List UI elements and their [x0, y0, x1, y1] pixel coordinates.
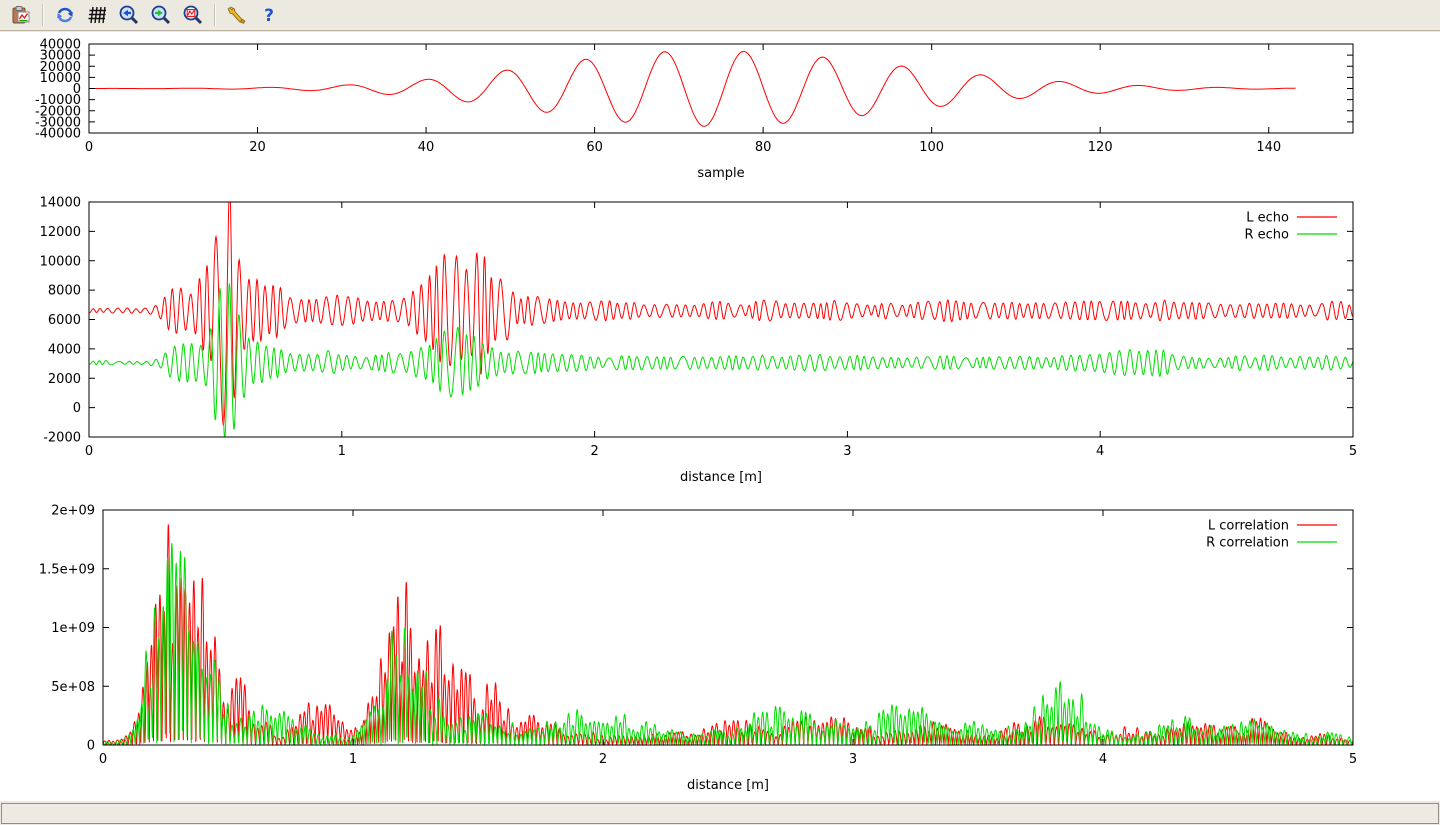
- y-tick-label: 4000: [48, 342, 81, 357]
- toggle-grid-button[interactable]: [82, 1, 112, 29]
- y-tick-label: 8000: [48, 284, 81, 299]
- x-axis-title: sample: [697, 166, 744, 181]
- zoom-previous-button[interactable]: [114, 1, 144, 29]
- x-tick-label: 1: [338, 444, 346, 459]
- magnifier-plot-icon: [182, 4, 204, 26]
- axis-ticks: [89, 44, 1353, 133]
- plot-canvas[interactable]: 020406080100120140-40000-30000-20000-100…: [0, 32, 1440, 801]
- status-bar: [0, 801, 1440, 825]
- magnifier-left-arrow-icon: [118, 4, 140, 26]
- clipboard-plot-icon: [10, 4, 32, 26]
- series-line-l-echo: [89, 186, 1353, 425]
- series-line-r-correlation: [103, 543, 1353, 745]
- copy-to-clipboard-button[interactable]: [6, 1, 36, 29]
- y-tick-label: 6000: [48, 313, 81, 328]
- y-tick-label: 2000: [48, 372, 81, 387]
- magnifier-right-arrow-icon: [150, 4, 172, 26]
- y-tick-label: 1e+09: [51, 621, 95, 636]
- x-tick-label: 80: [755, 140, 772, 155]
- y-tick-label: 0: [87, 739, 95, 754]
- legend-label: L echo: [1246, 211, 1289, 226]
- y-tick-label: 2e+09: [51, 504, 95, 519]
- legend-label: R echo: [1244, 228, 1289, 243]
- y-tick-label: 14000: [40, 196, 81, 211]
- x-tick-label: 60: [586, 140, 603, 155]
- plot-border: [89, 44, 1353, 133]
- help-button[interactable]: ?: [254, 1, 284, 29]
- x-tick-label: 40: [418, 140, 435, 155]
- x-tick-label: 0: [85, 444, 93, 459]
- x-tick-label: 0: [85, 140, 93, 155]
- plots-svg: 020406080100120140-40000-30000-20000-100…: [0, 32, 1440, 801]
- refresh-icon: [54, 4, 76, 26]
- x-tick-label: 3: [849, 752, 857, 767]
- series-line-signal: [89, 52, 1296, 127]
- legend: L echo R echo: [1244, 211, 1337, 243]
- grid-icon: [86, 4, 108, 26]
- question-mark-icon: ?: [258, 4, 280, 26]
- x-tick-label: 120: [1088, 140, 1113, 155]
- x-tick-label: 4: [1099, 752, 1107, 767]
- replot-button[interactable]: [50, 1, 80, 29]
- y-tick-label: 0: [73, 401, 81, 416]
- y-tick-label: 12000: [40, 225, 81, 240]
- gnuplot-window: ? 020406080100120140-40000-30000-20000-1…: [0, 0, 1440, 825]
- y-tick-label: 5e+08: [51, 680, 95, 695]
- y-tick-label: 40000: [40, 38, 81, 53]
- x-tick-label: 1: [349, 752, 357, 767]
- status-bar-field: [1, 803, 1439, 824]
- echo-plot: 0 1 2 3 4 5 -2000 0 2000 4000 6000 8000 10000 12000 14…: [40, 186, 1358, 485]
- zoom-next-button[interactable]: [146, 1, 176, 29]
- x-tick-label: 20: [249, 140, 266, 155]
- x-tick-label: 140: [1256, 140, 1281, 155]
- toolbar-separator: [214, 4, 216, 26]
- correlation-plot: 0 1 2 3 4 5 0 5e+08 1e+09 1.5e+09 2e+09 distance [m…: [39, 504, 1357, 794]
- plot-border: [103, 510, 1353, 745]
- axis-ticks: [103, 510, 1353, 745]
- toolbar: ?: [0, 0, 1440, 31]
- y-tick-label: 1.5e+09: [39, 562, 95, 577]
- configure-button[interactable]: [222, 1, 252, 29]
- wrench-icon: [226, 4, 248, 26]
- legend-label: L correlation: [1208, 519, 1289, 534]
- x-tick-label: 2: [590, 444, 598, 459]
- x-tick-label: 100: [919, 140, 944, 155]
- legend-label: R correlation: [1206, 536, 1289, 551]
- x-tick-label: 5: [1349, 752, 1357, 767]
- series-group: [103, 524, 1353, 745]
- x-axis-title: distance [m]: [680, 470, 762, 485]
- x-tick-label: 2: [599, 752, 607, 767]
- x-axis-title: distance [m]: [687, 778, 769, 793]
- x-tick-label: 4: [1096, 444, 1104, 459]
- x-tick-label: 5: [1349, 444, 1357, 459]
- series-group: [89, 52, 1296, 127]
- autoscale-button[interactable]: [178, 1, 208, 29]
- series-group: [89, 186, 1353, 439]
- legend: L correlation R correlation: [1206, 519, 1337, 551]
- x-tick-label: 3: [843, 444, 851, 459]
- x-tick-label: 0: [99, 752, 107, 767]
- y-tick-label: -2000: [43, 431, 81, 446]
- svg-text:?: ?: [264, 6, 274, 26]
- toolbar-separator: [42, 4, 44, 26]
- y-tick-label: 10000: [40, 254, 81, 269]
- chirp-plot: 020406080100120140-40000-30000-20000-100…: [35, 38, 1353, 182]
- series-line-l-correlation: [103, 524, 1353, 745]
